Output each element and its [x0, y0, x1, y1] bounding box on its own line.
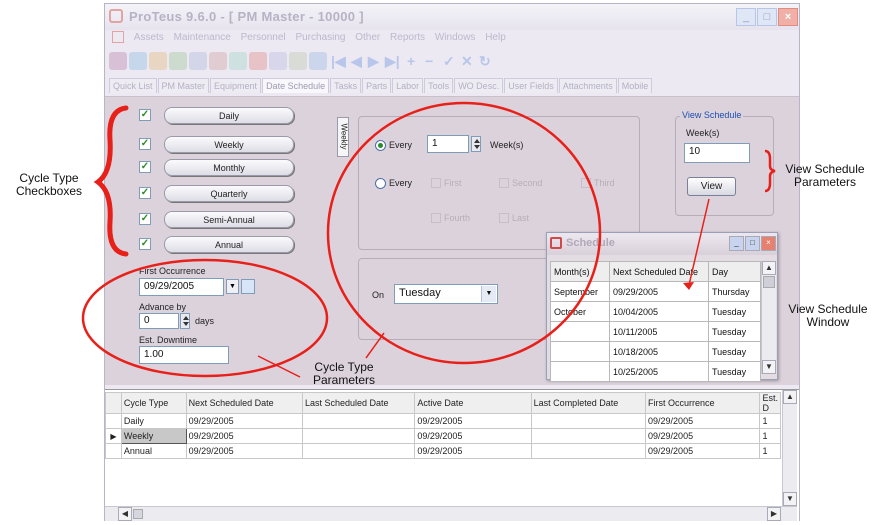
checkbox-bracket [93, 105, 129, 257]
cycle-params-pointer-right [365, 332, 385, 359]
annotation-line: Parameters [312, 373, 376, 387]
cycle-params-ellipse-right [326, 101, 602, 365]
view-pointer-arrowhead [683, 282, 694, 290]
cycle-params-ellipse-left [81, 258, 329, 378]
annotation-view-schedule-window: View Schedule Window [782, 303, 874, 329]
annotation-line: Checkboxes [15, 184, 83, 198]
annotation-line: Window [806, 315, 850, 329]
annotation-cycle-type-parameters: Cycle Type Parameters [296, 361, 392, 387]
annotation-overlay [81, 101, 776, 378]
annotation-line: Parameters [793, 175, 857, 189]
annotation-view-schedule-parameters: View Schedule Parameters [776, 163, 874, 189]
view-params-brace [764, 149, 776, 193]
view-pointer-line [688, 198, 710, 286]
annotation-cycle-type-checkboxes: Cycle Type Checkboxes [3, 172, 95, 198]
